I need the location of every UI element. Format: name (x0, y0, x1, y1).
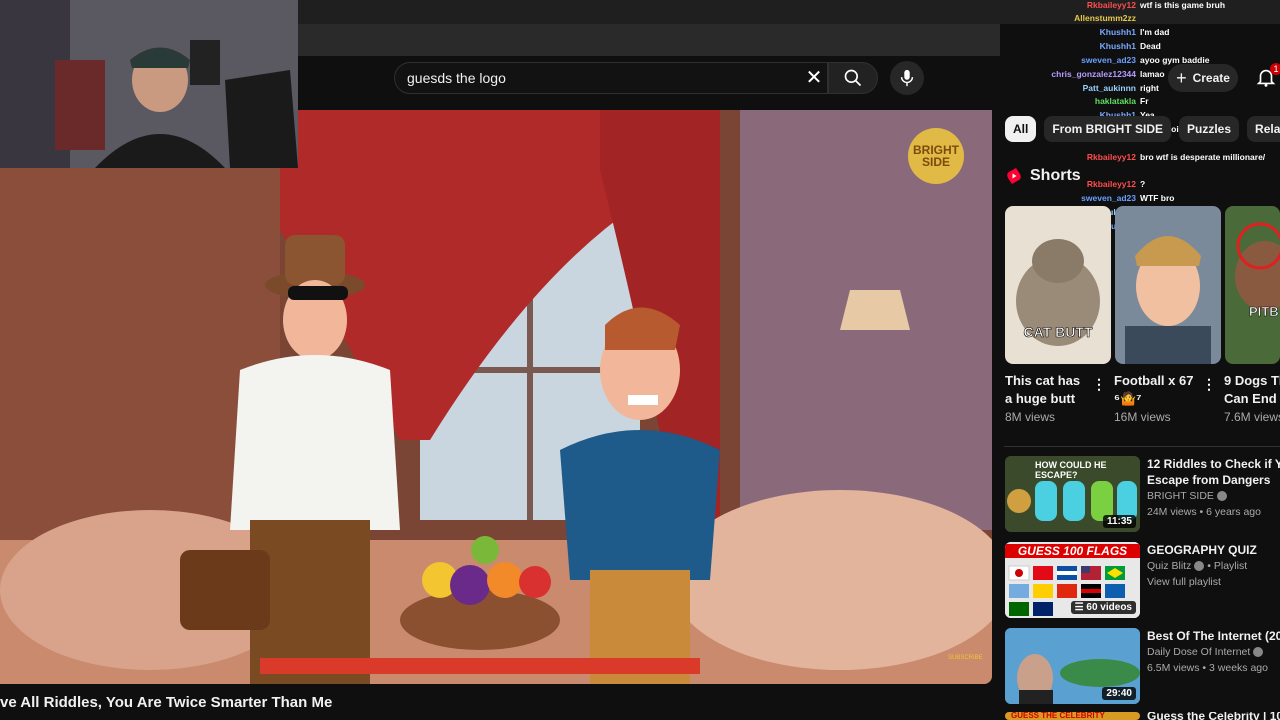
chat-text: I'm dad (1140, 27, 1170, 37)
chat-message: Rkbaileyy12 bro wtf is desperate milliona… (1087, 152, 1280, 162)
shorts-icon (1007, 168, 1021, 184)
video-meta: 6.5M views • 3 weeks ago (1147, 662, 1268, 674)
chip-all[interactable]: All (1005, 116, 1037, 142)
short-thumbnail[interactable] (1115, 206, 1221, 364)
chat-text: right (1140, 83, 1159, 93)
chat-username: Allenstumm2zz (1074, 13, 1136, 23)
chat-username: Rkbaileyy12 (1086, 0, 1136, 10)
thumb-caption: GUESS 100 FLAGS (1005, 544, 1140, 558)
verified-icon (1194, 561, 1205, 572)
chip-puzzles[interactable]: Puzzles (1179, 116, 1240, 142)
video-duration: 29:40 (1102, 687, 1136, 700)
chat-message: Patt_aukinnn right (1083, 83, 1280, 93)
short-views: 8M views (1005, 410, 1056, 424)
video-player[interactable]: BRIGHT SIDE SUBSCRIBE (0, 110, 992, 684)
chat-text: Dead (1140, 41, 1161, 51)
video-title: 12 Riddles to Check if You (1147, 457, 1280, 471)
video-thumbnail[interactable]: 29:40 (1005, 628, 1140, 704)
playlist-count: ☰ 60 videos (1070, 601, 1136, 614)
chat-text: ayoo gym baddie (1140, 55, 1210, 65)
chat-username: chris_gonzalez12344 (1051, 69, 1136, 79)
chat-username: sweven_ad23 (1081, 193, 1136, 203)
chat-username: Patt_aukinnn (1082, 83, 1136, 93)
short-title[interactable]: Football x 67 ⁶🤷⁷ (1114, 372, 1193, 408)
channel-name[interactable]: Quiz Blitz • Playlist (1147, 558, 1280, 574)
chat-text: bro wtf is desperate millionare/ (1140, 152, 1266, 162)
chat-text: wtf is this game bruh (1140, 0, 1226, 10)
video-frame-illustration (0, 110, 992, 684)
chat-username: sweven_ad23 (1081, 55, 1136, 65)
video-title: Best Of The Internet (2025 (1147, 629, 1280, 643)
search-input[interactable]: guesds the logo (394, 62, 828, 94)
video-title: ve All Riddles, You Are Twice Smarter Th… (0, 694, 333, 711)
chat-username: Rkbaileyy12 (1086, 152, 1136, 162)
search-button[interactable] (828, 62, 878, 94)
chat-text: lamao (1140, 69, 1165, 79)
chat-message: sweven_ad23 ayoo gym baddie (1081, 55, 1280, 65)
thumb-caption: GUESS THE CELEBRITY (1011, 712, 1105, 720)
video-meta: 24M views • 6 years ago (1147, 506, 1261, 518)
chat-username: haklatakla (1094, 96, 1136, 106)
video-thumbnail[interactable]: HOW COULD HE ESCAPE? 11:35 (1005, 456, 1140, 532)
chat-message: haklatakla Fr (1095, 96, 1280, 106)
chat-username: Khushh1 (1099, 41, 1136, 51)
channel-watermark[interactable]: BRIGHT SIDE (908, 128, 964, 184)
microphone-icon (900, 69, 914, 87)
recommended-video[interactable]: 29:40 Best Of The Internet (2025 Daily D… (1005, 628, 1280, 706)
streamer-webcam (0, 0, 298, 168)
recommended-video[interactable]: GUESS THE CELEBRITY Guess the Celebrity … (1005, 712, 1280, 720)
short-title[interactable]: This cat has a huge butt (1005, 372, 1080, 408)
section-divider (1004, 446, 1280, 447)
chat-message: sweven_ad23 WTF bro (1081, 193, 1280, 203)
chat-text: ? (1140, 179, 1146, 189)
chat-message: Rkbaileyy12 wtf is this game bruh (1087, 0, 1280, 10)
chat-text: WTF bro (1140, 193, 1175, 203)
chat-text: Fr (1140, 96, 1149, 106)
short-views: 7.6M views (1224, 410, 1280, 424)
chip-related[interactable]: Related (1247, 116, 1280, 142)
search-query: guesds the logo (407, 70, 506, 86)
view-full-playlist-link[interactable]: View full playlist (1147, 574, 1280, 590)
search-icon (844, 69, 862, 87)
close-icon: ✕ (805, 67, 823, 89)
short-thumb-text: PITB (1249, 304, 1279, 320)
chat-text (1140, 13, 1280, 23)
short-thumb-text: CAT BUTT (1023, 324, 1093, 341)
chat-message: Allenstumm2zz (1074, 13, 1280, 23)
channel-name[interactable]: Daily Dose Of Internet (1147, 644, 1280, 660)
more-options-icon[interactable]: ⋮ (1092, 376, 1106, 393)
playlist-thumbnail[interactable]: GUESS 100 FLAGS ☰ 60 videos (1005, 542, 1140, 618)
more-options-icon[interactable]: ⋮ (1202, 376, 1216, 393)
playlist-title: GEOGRAPHY QUIZ (1147, 543, 1257, 557)
chat-message: chris_gonzalez12344 lamao (1051, 69, 1280, 79)
video-thumbnail[interactable]: GUESS THE CELEBRITY (1005, 712, 1140, 720)
video-duration: 11:35 (1102, 515, 1136, 528)
video-title-line2: Escape from Dangers (1147, 473, 1271, 487)
chip-from-channel[interactable]: From BRIGHT SIDE (1044, 116, 1172, 142)
short-thumbnail[interactable]: CAT BUTT (1005, 206, 1111, 364)
clear-search-button[interactable]: ✕ (802, 66, 826, 90)
shorts-title: Shorts (1030, 167, 1081, 184)
video-title: Guess the Celebrity | 101 (1147, 712, 1280, 720)
chat-username: Khushh1 (1099, 27, 1136, 37)
chat-username: Rkbaileyy12 (1086, 179, 1136, 189)
chat-message: Khushh1 I'm dad (1100, 27, 1280, 37)
subscribe-hint[interactable]: SUBSCRIBE (948, 655, 983, 661)
thumb-caption: HOW COULD HE ESCAPE? (1035, 460, 1107, 480)
playlist-icon: ☰ (1074, 602, 1087, 613)
short-thumbnail[interactable]: PITB (1225, 206, 1280, 364)
verified-icon (1216, 491, 1227, 502)
recommended-video[interactable]: HOW COULD HE ESCAPE? 11:35 12 Riddles to… (1005, 456, 1280, 534)
shorts-heading: Shorts (1006, 167, 1081, 185)
chat-message: Rkbaileyy12? (1087, 179, 1280, 189)
filter-chips: All From BRIGHT SIDE Puzzles Related (1005, 116, 1280, 142)
channel-name[interactable]: BRIGHT SIDE (1147, 488, 1280, 504)
voice-search-button[interactable] (890, 61, 924, 95)
recommended-playlist[interactable]: GUESS 100 FLAGS ☰ 60 videos GEOGRAPHY QU… (1005, 542, 1280, 620)
verified-icon (1253, 647, 1264, 658)
short-title[interactable]: 9 Dogs ThCan End Y (1224, 372, 1280, 408)
short-views: 16M views (1114, 410, 1171, 424)
chat-message: Khushh1 Dead (1100, 41, 1280, 51)
